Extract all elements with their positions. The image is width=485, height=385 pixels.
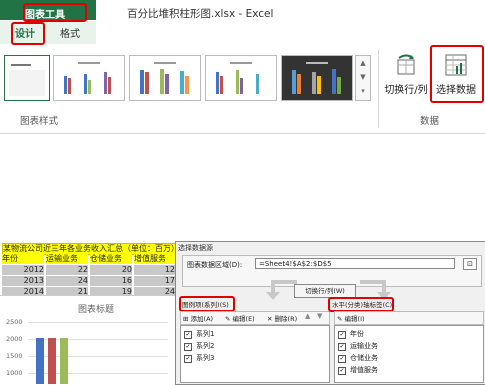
group-separator xyxy=(378,50,379,128)
range-label: 图表数据区域(D): xyxy=(187,261,243,269)
table-cell[interactable]: 24 xyxy=(46,276,88,286)
chart-style-1-icon xyxy=(9,64,45,96)
edit-icon: ✎ xyxy=(337,315,343,323)
range-input[interactable]: =Sheet4!$A$2:$D$5 xyxy=(255,258,455,269)
category-item[interactable]: ✓ 年份 xyxy=(338,329,364,339)
gallery-scrollbar[interactable]: ▲ ▼ ▾ xyxy=(355,55,371,101)
select-data-label: 选择数据 xyxy=(436,85,476,96)
checkbox-icon[interactable]: ✓ xyxy=(184,343,192,351)
gallery-more-icon[interactable]: ▾ xyxy=(356,84,370,98)
y-tick-label: 2000 xyxy=(6,335,23,343)
y-tick-label: 1500 xyxy=(6,352,23,360)
category-item-label: 增值服务 xyxy=(350,366,378,374)
chart-style-thumb-3[interactable] xyxy=(129,55,201,101)
delete-series-label: 删除(R) xyxy=(274,315,298,323)
delete-series-button[interactable]: ✕ 删除(R) xyxy=(267,313,297,323)
select-data-button[interactable]: 选择数据 xyxy=(432,52,480,102)
tab-design[interactable]: 设计 xyxy=(15,25,35,40)
series-item-label: 系列3 xyxy=(196,354,215,362)
table-cell[interactable]: 2012 xyxy=(2,265,44,275)
chart-style-thumb-4[interactable] xyxy=(205,55,277,101)
series-item-label: 系列1 xyxy=(196,330,215,338)
chart-tools-title: 图表工具 xyxy=(25,10,65,21)
move-down-icon[interactable]: ▼ xyxy=(317,312,322,320)
checkbox-icon[interactable]: ✓ xyxy=(338,355,346,363)
data-group-label: 数据 xyxy=(420,116,440,127)
gridline xyxy=(28,322,168,323)
series-toolbar: ⊞ 添加(A) ✎ 编辑(E) ✕ 删除(R) ▲ ▼ xyxy=(180,311,330,325)
checkbox-icon[interactable]: ✓ xyxy=(184,331,192,339)
axis-labels-label: 水平(分类)轴标签(C) xyxy=(332,301,393,309)
select-data-source-dialog: 选择数据源 图表数据区域(D): =Sheet4!$A$2:$D$5 ⊡ 切换行… xyxy=(175,241,485,385)
bar-series2[interactable] xyxy=(48,338,56,384)
series-item[interactable]: ✓ 系列2 xyxy=(184,341,214,351)
series-item-label: 系列2 xyxy=(196,342,215,350)
chart-style-thumb-1[interactable] xyxy=(4,55,50,101)
checkbox-icon[interactable]: ✓ xyxy=(184,355,192,363)
table-cell[interactable]: 12 xyxy=(134,265,175,275)
table-cell[interactable]: 20 xyxy=(90,265,132,275)
y-tick-label: 2500 xyxy=(6,318,23,326)
checkbox-icon[interactable]: ✓ xyxy=(338,331,346,339)
window-title: 百分比堆积柱形图.xlsx - Excel xyxy=(127,8,274,20)
table-cell[interactable]: 17 xyxy=(134,276,175,286)
header-transport: 运输业务 xyxy=(46,254,88,264)
move-up-icon[interactable]: ▲ xyxy=(305,312,310,320)
chart-style-thumb-2[interactable] xyxy=(53,55,125,101)
add-series-label: 添加(A) xyxy=(190,315,214,323)
edit-axis-button[interactable]: ✎ 编辑(I) xyxy=(337,313,365,323)
switch-row-column-label: 切换行/列 xyxy=(384,85,428,96)
table-cell[interactable]: 2013 xyxy=(2,276,44,286)
edit-icon: ✎ xyxy=(225,315,231,323)
series-item[interactable]: ✓ 系列3 xyxy=(184,353,214,363)
table-cell[interactable]: 16 xyxy=(90,276,132,286)
category-item[interactable]: ✓ 仓储业务 xyxy=(338,353,378,363)
range-section: 图表数据区域(D): =Sheet4!$A$2:$D$5 ⊡ xyxy=(182,255,482,287)
chart-style-3-icon xyxy=(140,62,189,94)
chart-style-5-icon xyxy=(292,62,341,94)
category-item-label: 年份 xyxy=(350,330,364,338)
axis-toolbar: ✎ 编辑(I) xyxy=(334,311,484,325)
chart-style-thumb-5[interactable] xyxy=(281,55,353,101)
chart-style-4-icon xyxy=(216,62,259,94)
styles-group-label: 图表样式 xyxy=(20,116,59,127)
table-cell[interactable]: 22 xyxy=(46,265,88,275)
edit-series-label: 编辑(E) xyxy=(232,315,255,323)
select-data-icon xyxy=(445,54,467,76)
header-warehouse: 仓储业务 xyxy=(90,254,132,264)
category-list: ✓ 年份 ✓ 运输业务 ✓ 仓储业务 ✓ 增值服务 xyxy=(334,325,484,383)
bar-series1[interactable] xyxy=(36,338,44,384)
series-item[interactable]: ✓ 系列1 xyxy=(184,329,214,339)
switch-row-column-dialog-button[interactable]: 切换行/列(W) xyxy=(294,284,356,298)
checkbox-icon[interactable]: ✓ xyxy=(338,343,346,351)
switch-row-column-icon xyxy=(397,54,415,75)
series-list: ✓ 系列1 ✓ 系列2 ✓ 系列3 xyxy=(180,325,330,383)
collapse-range-icon[interactable]: ⊡ xyxy=(463,258,477,270)
edit-series-button[interactable]: ✎ 编辑(E) xyxy=(225,313,255,323)
checkbox-icon[interactable]: ✓ xyxy=(338,367,346,375)
chart-title[interactable]: 图表标题 xyxy=(78,302,114,315)
category-item[interactable]: ✓ 运输业务 xyxy=(338,341,378,351)
header-value-added: 增值服务 xyxy=(134,254,175,264)
category-item-label: 仓储业务 xyxy=(350,354,378,362)
chart-area[interactable]: 图表标题 2500 2000 1500 1000 xyxy=(0,295,175,384)
category-item-label: 运输业务 xyxy=(350,342,378,350)
header-year: 年份 xyxy=(2,254,44,264)
chevron-up-icon[interactable]: ▲ xyxy=(356,56,370,70)
chevron-down-icon[interactable]: ▼ xyxy=(356,70,370,84)
edit-axis-label: 编辑(I) xyxy=(344,315,365,323)
chart-style-2-icon xyxy=(64,62,111,94)
delete-icon: ✕ xyxy=(267,315,273,323)
switch-row-column-button[interactable]: 切换行/列 xyxy=(383,52,429,102)
add-icon: ⊞ xyxy=(183,315,189,323)
legend-entries-label: 图例项(系列)(S) xyxy=(182,301,229,309)
switch-row-column-dialog-label: 切换行/列(W) xyxy=(305,287,345,295)
bar-series3[interactable] xyxy=(60,338,68,384)
add-series-button[interactable]: ⊞ 添加(A) xyxy=(183,313,213,323)
y-tick-label: 1000 xyxy=(6,369,23,377)
dialog-title: 选择数据源 xyxy=(178,244,213,252)
tab-format[interactable]: 格式 xyxy=(60,25,80,40)
worksheet-blank-area xyxy=(0,134,485,241)
category-item[interactable]: ✓ 增值服务 xyxy=(338,365,378,375)
